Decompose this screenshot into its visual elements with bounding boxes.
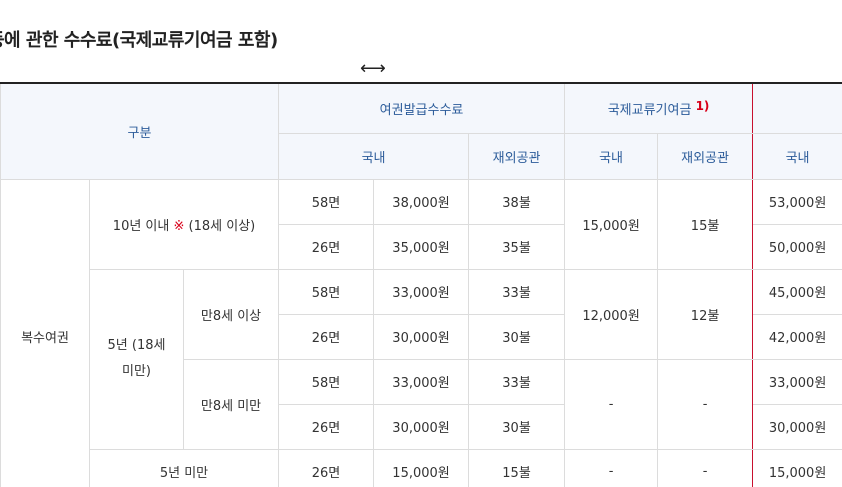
cell-contribution-overseas: -	[658, 449, 753, 487]
cell-pages: 58면	[279, 179, 374, 224]
table-row: 5년 (18세 미만) 만8세 이상 58면 33,000원 33불 12,00…	[1, 269, 842, 314]
cell-pages: 26면	[279, 404, 374, 449]
footnote-marker[interactable]: 1)	[696, 99, 710, 113]
cell-contribution-overseas: -	[658, 359, 753, 449]
cell-overseas-fee: 30불	[469, 314, 565, 359]
page-title: 등에 관한 수수료(국제교류기여금 포함)	[0, 26, 278, 52]
cell-overseas-fee: 30불	[469, 404, 565, 449]
cell-domestic-fee: 38,000원	[374, 179, 469, 224]
cell-overseas-fee: 15불	[469, 449, 565, 487]
cell-domestic-fee: 15,000원	[374, 449, 469, 487]
cell-pages: 26면	[279, 449, 374, 487]
cell-contribution-overseas: 12불	[658, 269, 753, 359]
header-domestic: 국내	[279, 133, 469, 179]
cell-contribution-domestic: -	[565, 449, 658, 487]
cell-domestic-fee: 30,000원	[374, 314, 469, 359]
header-total	[753, 84, 842, 133]
header-contribution-label: 국제교류기여금	[608, 103, 692, 118]
cell-overseas-fee: 33불	[469, 269, 565, 314]
group-age8-over: 만8세 이상	[184, 269, 279, 359]
group-age8-under: 만8세 미만	[184, 359, 279, 449]
group-ten-years-suffix: (18세 이상)	[184, 219, 255, 234]
header-overseas: 재외공관	[469, 133, 565, 179]
header-issuance-fee: 여권발급수수료	[279, 84, 565, 133]
group-under-five: 5년 미만	[90, 449, 279, 487]
table-row: 복수여권 10년 이내 ※ (18세 이상) 58면 38,000원 38불 1…	[1, 179, 842, 224]
header-contribution: 국제교류기여금 1)	[565, 84, 753, 133]
group-five-years: 5년 (18세 미만)	[90, 269, 184, 449]
header-total-domestic: 국내	[753, 133, 842, 179]
header-category: 구분	[1, 84, 279, 179]
cell-domestic-fee: 30,000원	[374, 404, 469, 449]
cell-total-domestic: 45,000원	[753, 269, 842, 314]
cell-pages: 26면	[279, 314, 374, 359]
cell-total-domestic: 33,000원	[753, 359, 842, 404]
cell-contribution-overseas: 15불	[658, 179, 753, 269]
cell-pages: 58면	[279, 269, 374, 314]
cell-domestic-fee: 33,000원	[374, 269, 469, 314]
cell-contribution-domestic: 12,000원	[565, 269, 658, 359]
cell-total-domestic: 15,000원	[753, 449, 842, 487]
header-row-1: 구분 여권발급수수료 국제교류기여금 1)	[1, 84, 842, 133]
cell-overseas-fee: 38불	[469, 179, 565, 224]
cell-contribution-domestic: -	[565, 359, 658, 449]
cell-domestic-fee: 33,000원	[374, 359, 469, 404]
cell-overseas-fee: 35불	[469, 224, 565, 269]
group-ten-years: 10년 이내 ※ (18세 이상)	[90, 179, 279, 269]
table-row: 5년 미만 26면 15,000원 15불 - - 15,000원	[1, 449, 842, 487]
cell-contribution-domestic: 15,000원	[565, 179, 658, 269]
cell-total-domestic: 30,000원	[753, 404, 842, 449]
fee-table-container[interactable]: 구분 여권발급수수료 국제교류기여금 1) 국내 재외공관 국내 재외공관 국내…	[0, 82, 842, 487]
group-multi-passport: 복수여권	[1, 179, 90, 487]
group-ten-years-prefix: 10년 이내	[113, 219, 174, 234]
header-contribution-overseas: 재외공관	[658, 133, 753, 179]
header-contribution-domestic: 국내	[565, 133, 658, 179]
cell-overseas-fee: 33불	[469, 359, 565, 404]
horizontal-scroll-icon: ⟷	[360, 60, 386, 78]
cell-total-domestic: 50,000원	[753, 224, 842, 269]
fee-table: 구분 여권발급수수료 국제교류기여금 1) 국내 재외공관 국내 재외공관 국내…	[0, 84, 842, 487]
cell-pages: 58면	[279, 359, 374, 404]
cell-total-domestic: 53,000원	[753, 179, 842, 224]
cell-total-domestic: 42,000원	[753, 314, 842, 359]
note-mark: ※	[173, 219, 184, 234]
cell-domestic-fee: 35,000원	[374, 224, 469, 269]
cell-pages: 26면	[279, 224, 374, 269]
